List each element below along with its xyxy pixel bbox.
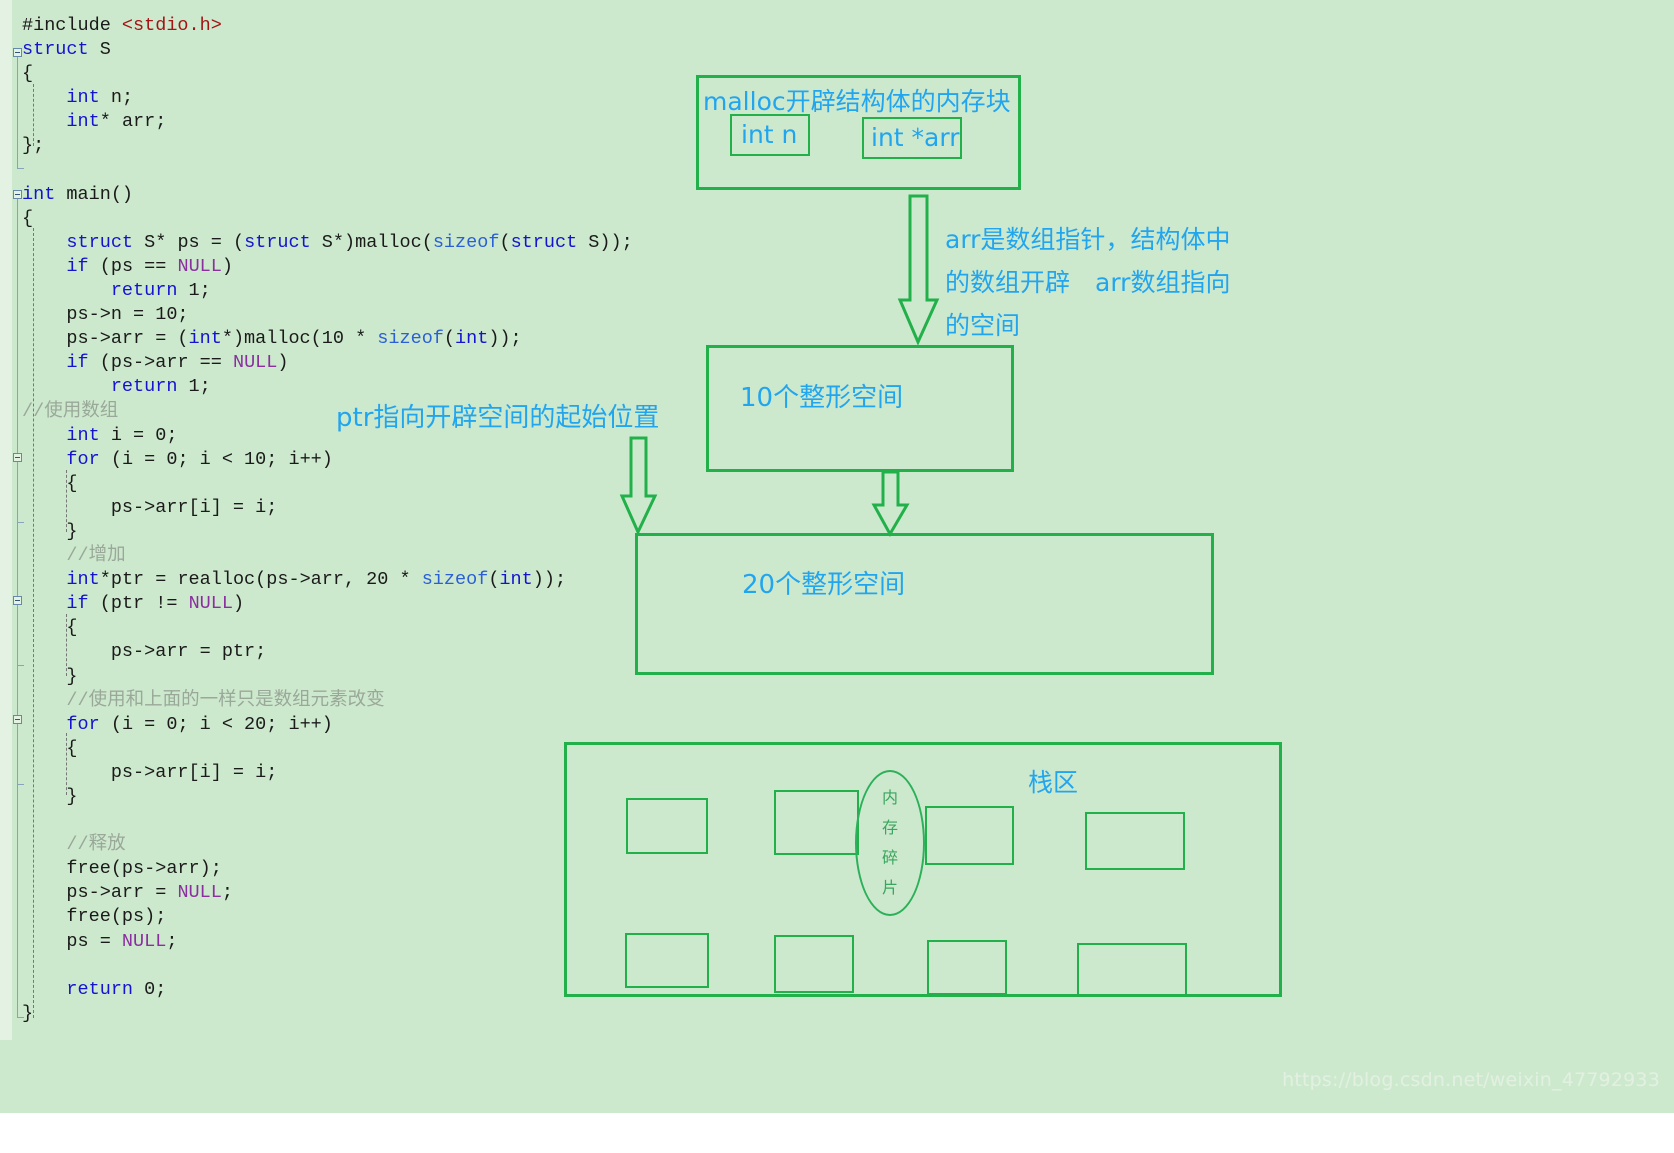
field-arr-label: int *arr: [871, 123, 960, 152]
code-line: #include <stdio.h>: [22, 15, 222, 36]
watermark: https://blog.csdn.net/weixin_47792933: [1282, 1069, 1660, 1091]
code-line: return 1;: [110, 376, 211, 398]
code-line: {: [22, 472, 78, 494]
editor-gutter: [0, 0, 12, 1040]
code-line: if (ps->arr == NULL): [66, 352, 289, 374]
code-line: //增加: [66, 545, 126, 567]
twenty-int-space-label: 20个整形空间: [742, 570, 906, 600]
arrow-ten-to-twenty: [871, 470, 910, 538]
code-line: {: [22, 63, 34, 85]
code-line: if (ps == NULL): [66, 255, 233, 277]
arrow-ptr-to-twenty: [619, 436, 658, 536]
field-n-label: int n: [741, 120, 798, 149]
stack-block: [774, 790, 859, 855]
ptr-note-label: ptr指向开辟空间的起始位置: [336, 403, 660, 433]
code-line: for (i = 0; i < 20; i++): [66, 713, 333, 735]
ten-int-space-label: 10个整形空间: [740, 383, 904, 413]
code-line: };: [22, 135, 45, 157]
code-line: int* arr;: [66, 111, 167, 133]
stack-block: [1077, 943, 1187, 996]
code-line: if (ptr != NULL): [66, 593, 245, 615]
code-line: ps->arr = (int*)malloc(10 * sizeof(int))…: [22, 328, 522, 350]
fragment-char: 内: [881, 788, 898, 807]
code-line: for (i = 0; i < 10; i++): [66, 448, 333, 470]
arr-note-line2: 的数组开辟 arr数组指向: [945, 268, 1231, 297]
code-line: ps->arr = ptr;: [22, 641, 267, 663]
stack-area-label: 栈区: [1028, 768, 1079, 797]
code-line: {: [22, 207, 34, 229]
code-line: {: [22, 617, 78, 639]
fold-marker[interactable]: [13, 596, 22, 605]
code-line: }: [22, 1002, 34, 1024]
fragment-char: 片: [881, 878, 898, 897]
fold-tail: [17, 724, 18, 784]
code-line: int n;: [66, 87, 134, 109]
code-line: }: [22, 665, 78, 687]
code-line: return 1;: [110, 280, 211, 302]
stack-block: [1085, 812, 1185, 870]
fold-tail: [17, 605, 18, 665]
fold-marker[interactable]: [13, 453, 22, 462]
diagram-canvas: #include <stdio.h> struct S{ int n; int* …: [0, 0, 1674, 1153]
bottom-white-strip: [0, 1113, 1674, 1153]
fold-marker[interactable]: [13, 48, 22, 57]
stack-block: [626, 798, 708, 854]
memory-fragment-ellipse: 内 存 碎 片: [855, 770, 925, 916]
twenty-int-space-box: [635, 533, 1214, 675]
fold-marker[interactable]: [13, 715, 22, 724]
fold-tail: [17, 462, 18, 522]
stack-block: [927, 940, 1007, 995]
arr-note-line1: arr是数组指针，结构体中: [945, 225, 1231, 254]
stack-block: [625, 933, 709, 988]
code-line: }: [22, 520, 78, 542]
code-line: struct S* ps = (struct S*)malloc(sizeof(…: [66, 231, 633, 253]
code-line: struct S: [22, 39, 111, 61]
stack-block: [774, 935, 854, 993]
struct-box-title: malloc开辟结构体的内存块: [703, 87, 1011, 116]
arr-note-line3: 的空间: [945, 311, 1021, 340]
stack-block: [925, 806, 1014, 865]
code-line: ps->arr[i] = i;: [22, 496, 278, 518]
code-line: //使用和上面的一样只是数组元素改变: [66, 689, 385, 711]
code-line: int*ptr = realloc(ps->arr, 20 * sizeof(i…: [66, 569, 567, 591]
fragment-char: 存: [881, 818, 898, 837]
arrow-struct-to-ten: [897, 194, 940, 346]
code-line: int main(): [22, 183, 134, 205]
fold-tail: [17, 57, 18, 168]
fold-marker[interactable]: [13, 190, 22, 199]
code-line: ps->n = 10;: [22, 304, 189, 326]
fragment-char: 碎: [881, 848, 898, 867]
